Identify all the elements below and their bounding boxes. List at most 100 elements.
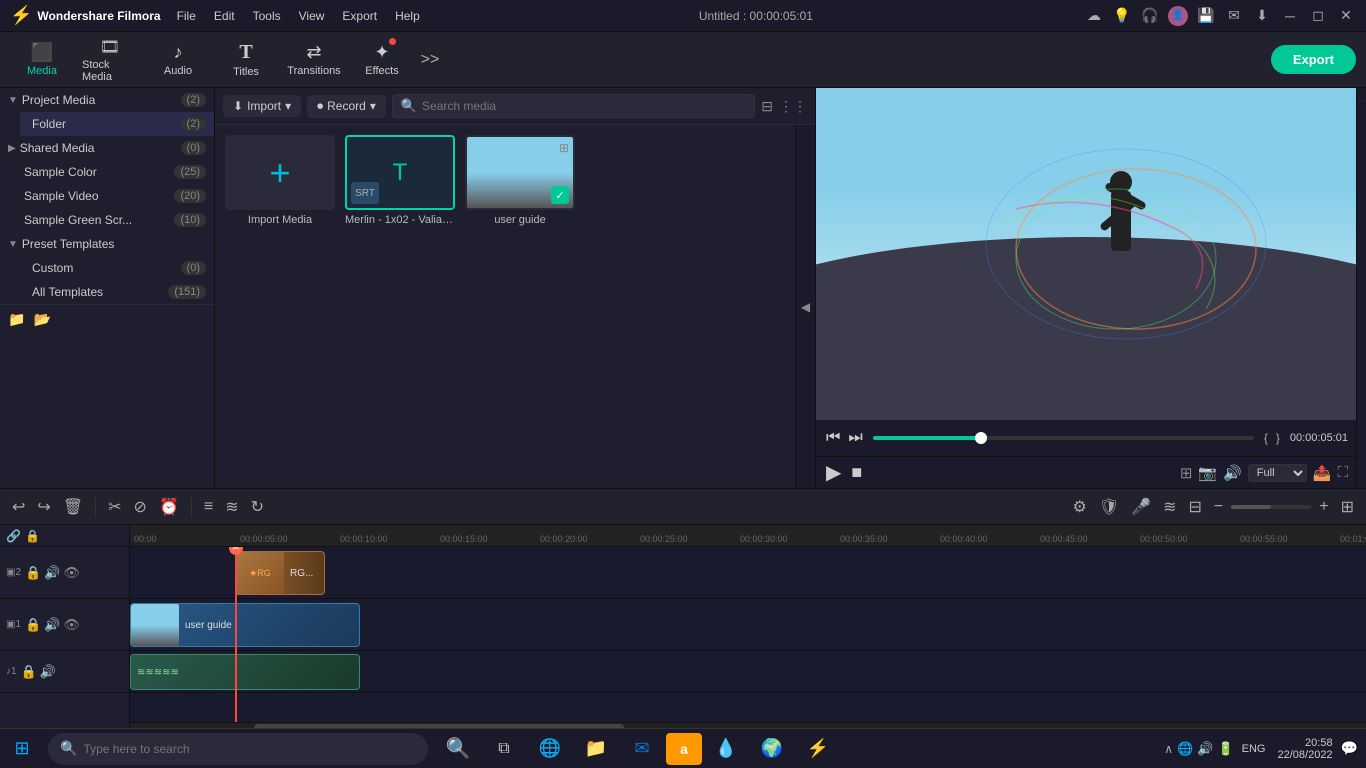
- step-back-button[interactable]: ⏭: [846, 427, 864, 449]
- timeline-lock-icon[interactable]: 🔒: [25, 529, 40, 543]
- effects-tool-button[interactable]: ✦ Effects: [350, 34, 414, 86]
- progress-bar[interactable]: [873, 436, 1254, 440]
- folder-item[interactable]: Folder (2): [20, 112, 214, 136]
- import-folder-icon[interactable]: 📂: [33, 311, 50, 328]
- menu-export[interactable]: Export: [334, 7, 385, 25]
- settings-icon[interactable]: ⚙: [1069, 495, 1091, 519]
- user-guide-media-item[interactable]: ⊞ ✓ user guide: [465, 135, 575, 226]
- close-button[interactable]: ✕: [1336, 6, 1356, 26]
- track-1-lock-icon[interactable]: 🔒: [25, 617, 41, 633]
- import-button[interactable]: ⬇ Import ▾: [223, 95, 301, 117]
- taskbar-globe[interactable]: 🌍: [750, 729, 794, 768]
- merlin-media-item[interactable]: T SRT Merlin - 1x02 - Valiant.P...: [345, 135, 455, 226]
- tray-volume-icon[interactable]: 🔊: [1197, 741, 1213, 757]
- sample-video-item[interactable]: Sample Video (20): [0, 184, 214, 208]
- maximize-button[interactable]: ◻: [1308, 6, 1328, 26]
- cloud-icon[interactable]: ☁: [1084, 6, 1104, 26]
- menu-view[interactable]: View: [291, 7, 333, 25]
- delete-button[interactable]: 🗑: [59, 495, 87, 519]
- screenshot-button[interactable]: 📷: [1198, 464, 1217, 482]
- taskbar-amazon[interactable]: a: [666, 733, 702, 765]
- zoom-select[interactable]: Full 50% 100%: [1248, 464, 1307, 482]
- zoom-out-button[interactable]: −: [1210, 496, 1227, 518]
- rg-clip[interactable]: ★RG RG...: [235, 551, 325, 595]
- menu-edit[interactable]: Edit: [206, 7, 243, 25]
- video-clip[interactable]: user guide: [130, 603, 360, 647]
- custom-item[interactable]: Custom (0): [20, 256, 214, 280]
- undo-button[interactable]: ↩: [8, 495, 29, 519]
- track-1-audio-icon[interactable]: 🔊: [44, 617, 60, 633]
- fullscreen-button[interactable]: ⛶: [1337, 464, 1348, 481]
- audio-clip[interactable]: ≋≋≋≋≋: [130, 654, 360, 690]
- zoom-in-button[interactable]: +: [1315, 496, 1332, 518]
- transitions-tool-button[interactable]: ⇄ Transitions: [282, 34, 346, 86]
- track-1-eye-icon[interactable]: 👁: [63, 617, 80, 633]
- color-button[interactable]: ≡: [200, 496, 217, 518]
- taskbar-filmora[interactable]: ⚡: [796, 729, 840, 768]
- menu-tools[interactable]: Tools: [245, 7, 289, 25]
- minimize-button[interactable]: ─: [1280, 6, 1300, 26]
- no-clip-button[interactable]: ⊘: [130, 495, 151, 519]
- taskbar-explorer[interactable]: 📁: [574, 729, 618, 768]
- export-frame-button[interactable]: 📤: [1313, 464, 1332, 482]
- project-media-item[interactable]: ▼ Project Media (2): [0, 88, 214, 112]
- track-2-audio-icon[interactable]: 🔊: [44, 565, 60, 581]
- import-media-item[interactable]: + Import Media: [225, 135, 335, 226]
- search-input[interactable]: [422, 99, 746, 113]
- snap-icon[interactable]: ⊞: [1337, 495, 1358, 519]
- download-icon[interactable]: ⬇: [1252, 6, 1272, 26]
- tray-battery-icon[interactable]: 🔋: [1217, 741, 1233, 757]
- sample-color-item[interactable]: Sample Color (25): [0, 160, 214, 184]
- mail-icon[interactable]: ✉: [1224, 6, 1244, 26]
- taskbar-task-view[interactable]: ⧉: [482, 729, 526, 768]
- export-button[interactable]: Export: [1271, 45, 1356, 74]
- filter-icon[interactable]: ⊟: [761, 98, 773, 115]
- grid-icon[interactable]: ⋮⋮: [779, 98, 807, 115]
- taskbar-cortana[interactable]: 🔍: [436, 729, 480, 768]
- rewind-button[interactable]: ⏮: [824, 427, 842, 449]
- speed-button[interactable]: ⏰: [155, 495, 183, 519]
- link-icon[interactable]: 🔗: [6, 529, 21, 543]
- audio-mixer-button[interactable]: ≋: [221, 495, 242, 519]
- tray-language[interactable]: ENG: [1238, 741, 1270, 757]
- mic-icon[interactable]: 🎤: [1127, 495, 1155, 519]
- audio-1-lock-icon[interactable]: 🔒: [21, 664, 37, 680]
- all-templates-item[interactable]: All Templates (151): [20, 280, 214, 304]
- captions-icon[interactable]: ⊟: [1185, 495, 1206, 519]
- record-button[interactable]: ⏺ Record ▾: [307, 95, 386, 118]
- stop-button[interactable]: ■: [849, 460, 864, 485]
- taskbar-search[interactable]: 🔍: [48, 733, 428, 765]
- taskbar-edge[interactable]: 🌐: [528, 729, 572, 768]
- volume-button[interactable]: 🔊: [1223, 464, 1242, 482]
- redo-button[interactable]: ↪: [33, 495, 54, 519]
- audio-1-sound-icon[interactable]: 🔊: [40, 664, 56, 680]
- bulb-icon[interactable]: 💡: [1112, 6, 1132, 26]
- menu-file[interactable]: File: [169, 7, 204, 25]
- more-tools-button[interactable]: >>: [418, 34, 442, 86]
- new-folder-icon[interactable]: 📁: [8, 311, 25, 328]
- panel-collapse-button[interactable]: ◀: [795, 125, 815, 488]
- taskbar-mail[interactable]: ✉: [620, 729, 664, 768]
- start-button[interactable]: ⊞: [0, 729, 44, 768]
- play-pause-button[interactable]: ▶: [824, 458, 843, 487]
- save-icon[interactable]: 💾: [1196, 6, 1216, 26]
- sample-green-item[interactable]: Sample Green Scr... (10): [0, 208, 214, 232]
- track-2-lock-icon[interactable]: 🔒: [25, 565, 41, 581]
- taskbar-dropbox[interactable]: 💧: [704, 729, 748, 768]
- audio-settings-icon[interactable]: ≋: [1159, 495, 1180, 519]
- titles-tool-button[interactable]: T Titles: [214, 34, 278, 86]
- playhead[interactable]: ✂: [235, 547, 237, 722]
- shared-media-item[interactable]: ▶ Shared Media (0): [0, 136, 214, 160]
- track-2-eye-icon[interactable]: 👁: [63, 565, 80, 581]
- tray-network-icon[interactable]: 🌐: [1177, 741, 1193, 757]
- preset-templates-item[interactable]: ▼ Preset Templates: [0, 232, 214, 256]
- tray-chevron[interactable]: ∧: [1164, 742, 1173, 756]
- fit-preview-button[interactable]: ⊞: [1180, 464, 1193, 482]
- tray-time[interactable]: 20:58 22/08/2022: [1274, 737, 1337, 761]
- cut-button[interactable]: ✂: [104, 495, 125, 519]
- audio-tool-button[interactable]: ♪ Audio: [146, 34, 210, 86]
- taskbar-search-input[interactable]: [83, 742, 416, 756]
- shield-icon[interactable]: 🛡: [1095, 495, 1123, 519]
- media-tool-button[interactable]: ⬛ Media: [10, 34, 74, 86]
- avatar-icon[interactable]: 👤: [1168, 6, 1188, 26]
